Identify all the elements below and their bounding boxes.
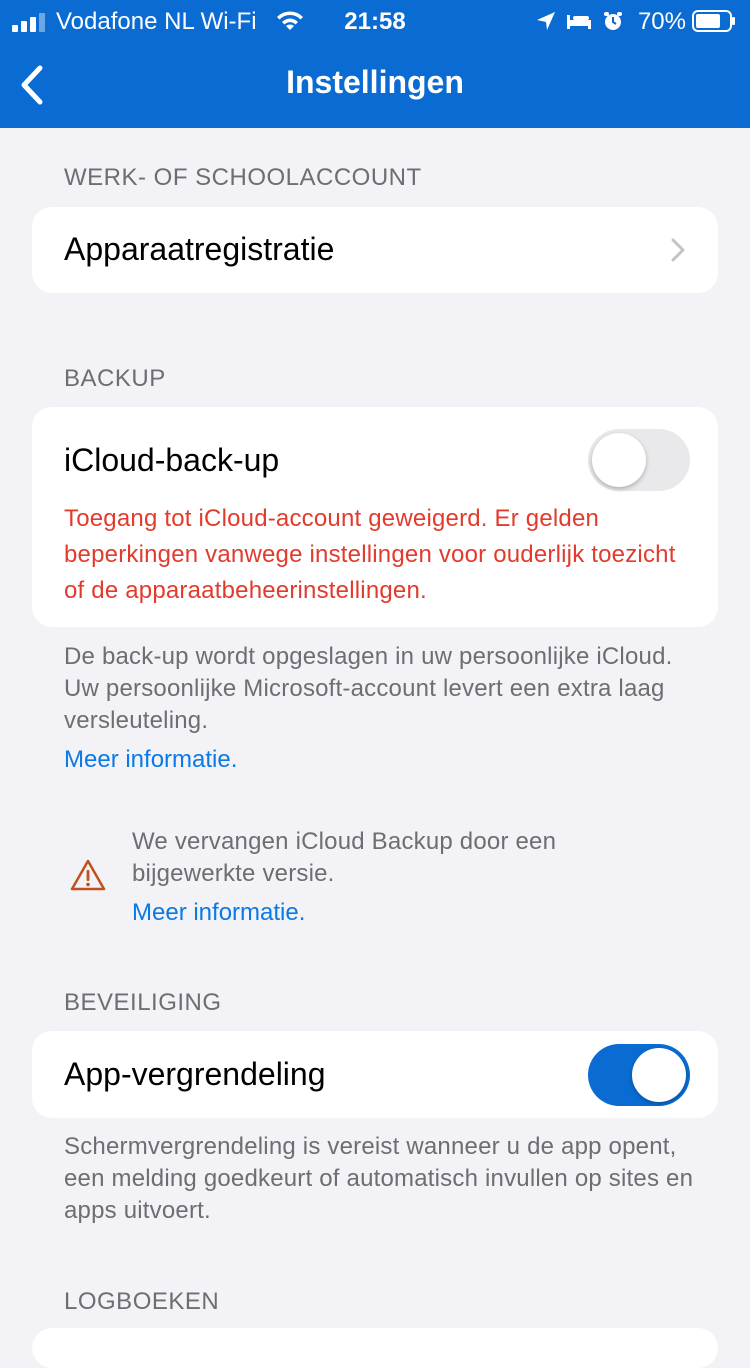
toggle-knob <box>632 1048 686 1102</box>
section-header-work-account: WERK- OF SCHOOLACCOUNT <box>64 164 422 191</box>
section-header-backup: BACKUP <box>64 365 166 392</box>
app-lock-row: App-vergrendeling <box>32 1031 718 1118</box>
icloud-backup-toggle[interactable] <box>588 429 690 491</box>
backup-more-info-link[interactable]: Meer informatie. <box>64 746 237 774</box>
security-footnote: Schermvergrendeling is vereist wanneer u… <box>64 1133 694 1224</box>
device-registration-row[interactable]: Apparaatregistratie <box>32 207 718 293</box>
logs-card <box>32 1328 718 1368</box>
status-icons <box>537 12 622 30</box>
backup-footnote: De back-up wordt opgeslagen in uw persoo… <box>64 643 673 734</box>
chevron-right-icon <box>671 238 685 262</box>
app-lock-label: App-vergrendeling <box>64 1056 326 1092</box>
alarm-icon <box>604 12 622 30</box>
warning-more-info-link[interactable]: Meer informatie. <box>132 899 305 927</box>
icloud-error-message: Toegang tot iCloud-account geweigerd. Er… <box>64 505 676 604</box>
section-header-security: BEVEILIGING <box>64 989 222 1016</box>
toggle-knob <box>592 433 646 487</box>
top-bar: Vodafone NL Wi-Fi 21:58 70% Instellingen <box>0 0 750 128</box>
section-header-logs: LOGBOEKEN <box>64 1288 220 1315</box>
icloud-backup-card: iCloud-back-up Toegang tot iCloud-accoun… <box>32 407 718 627</box>
battery-icon <box>692 10 735 32</box>
icloud-backup-label: iCloud-back-up <box>64 442 280 478</box>
location-icon <box>537 12 555 30</box>
bed-icon <box>567 15 591 29</box>
battery-percent: 70% <box>637 8 686 35</box>
app-lock-toggle[interactable] <box>588 1044 690 1106</box>
status-bar: Vodafone NL Wi-Fi 21:58 70% <box>0 0 750 42</box>
device-registration-label: Apparaatregistratie <box>64 231 335 267</box>
warning-message: We vervangen iCloud Backup door een bijg… <box>132 828 557 887</box>
warning-icon <box>70 859 106 891</box>
page-title: Instellingen <box>286 64 464 100</box>
